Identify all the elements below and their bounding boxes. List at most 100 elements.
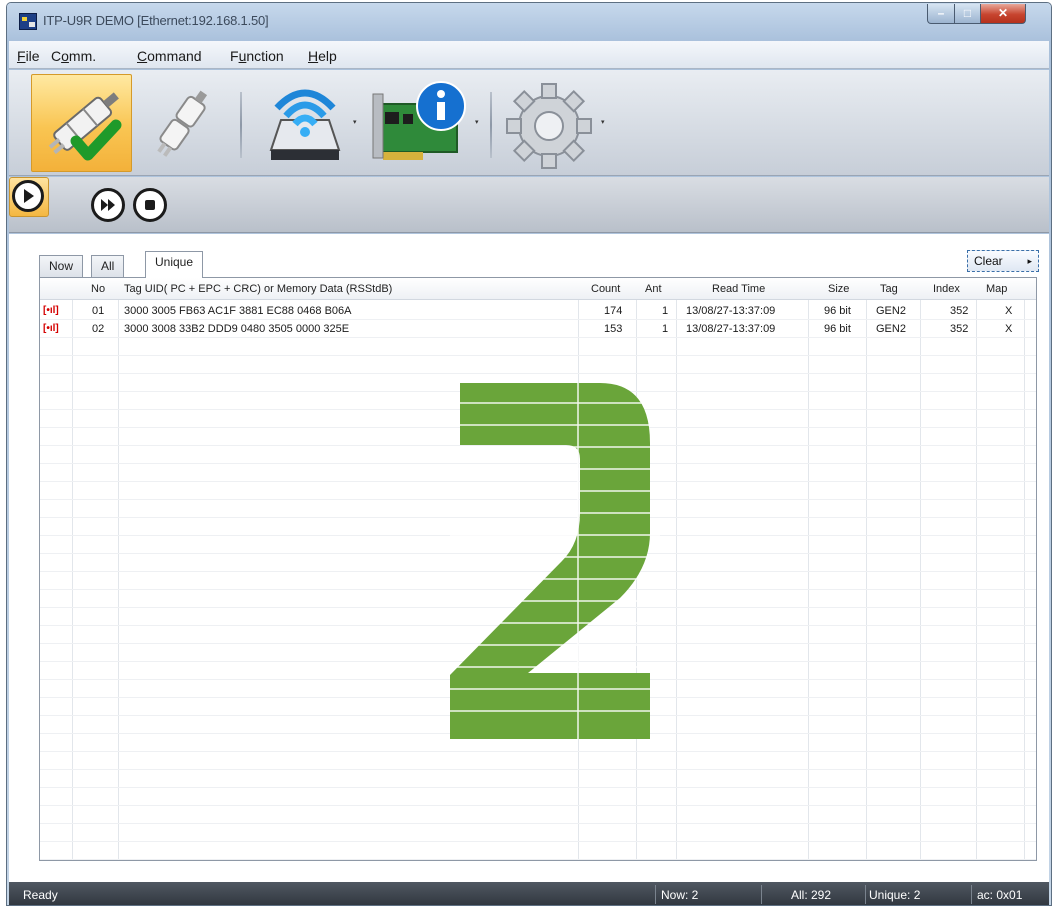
main-toolbar: ▾ ▾ ▾ bbox=[9, 70, 1049, 176]
col-size[interactable]: Size bbox=[828, 283, 849, 295]
cell-map: X bbox=[1005, 305, 1013, 317]
row-line bbox=[40, 787, 1036, 788]
cell-tag-uid: 3000 3008 33B2 DDD9 0480 3505 0000 325E bbox=[124, 323, 350, 335]
col-ant[interactable]: Ant bbox=[645, 283, 662, 295]
connect-button[interactable] bbox=[31, 74, 132, 172]
maximize-button[interactable]: □ bbox=[954, 4, 981, 24]
disconnect-icon bbox=[157, 90, 208, 157]
status-separator bbox=[761, 885, 762, 904]
column-divider bbox=[808, 278, 809, 860]
column-divider bbox=[920, 278, 921, 860]
column-divider bbox=[866, 278, 867, 860]
cell-ant: 1 bbox=[662, 323, 669, 335]
disconnect-button[interactable] bbox=[142, 74, 222, 172]
clear-arrow-icon: ▸ bbox=[1027, 256, 1032, 266]
playback-toolbar bbox=[9, 177, 1049, 233]
reader-dropdown-arrow[interactable]: ▾ bbox=[353, 118, 357, 126]
menu-comm[interactable]: Comm. bbox=[51, 48, 96, 64]
rfid-tag-icon: [•ıl] bbox=[43, 305, 59, 316]
status-separator bbox=[865, 885, 866, 904]
cell-ant: 1 bbox=[662, 305, 669, 317]
stop-icon bbox=[145, 200, 155, 210]
menu-help-label: elp bbox=[318, 48, 337, 64]
column-divider bbox=[676, 278, 677, 860]
table-row[interactable]: [•ıl] 02 3000 3008 33B2 DDD9 0480 3505 0… bbox=[40, 320, 1036, 338]
settings-gear-icon bbox=[506, 83, 592, 169]
column-divider bbox=[72, 278, 73, 860]
window-title: ITP-U9R DEMO [Ethernet:192.168.1.50] bbox=[43, 13, 269, 28]
play-button[interactable] bbox=[9, 177, 49, 217]
status-all-count: All: 292 bbox=[791, 888, 832, 902]
settings-dropdown-arrow[interactable]: ▾ bbox=[601, 118, 605, 126]
table-header: No Tag UID( PC + EPC + CRC) or Memory Da… bbox=[40, 278, 1036, 300]
tab-all[interactable]: All bbox=[91, 255, 125, 277]
menu-function-label: nction bbox=[246, 48, 284, 64]
row-line bbox=[40, 769, 1036, 770]
play-button-ring bbox=[12, 180, 44, 212]
cell-size: 96 bit bbox=[824, 305, 851, 317]
cell-tag-type: GEN2 bbox=[876, 323, 906, 335]
row-line bbox=[40, 823, 1036, 824]
menu-help[interactable]: Help bbox=[308, 48, 337, 64]
clear-button[interactable]: Clear ▸ bbox=[967, 250, 1039, 272]
col-read-time[interactable]: Read Time bbox=[712, 283, 765, 295]
column-divider bbox=[1024, 278, 1025, 860]
minimize-button[interactable]: – bbox=[927, 4, 955, 24]
col-map[interactable]: Map bbox=[986, 283, 1007, 295]
menu-file-accel: F bbox=[17, 48, 26, 64]
stop-button[interactable] bbox=[133, 188, 167, 222]
row-line bbox=[40, 373, 1036, 374]
settings-button[interactable] bbox=[503, 74, 595, 172]
cell-read-time: 13/08/27-13:37:09 bbox=[686, 305, 776, 317]
app-window: ITP-U9R DEMO [Ethernet:192.168.1.50] – □… bbox=[6, 2, 1052, 906]
title-bar[interactable]: ITP-U9R DEMO [Ethernet:192.168.1.50] – □… bbox=[7, 3, 1051, 41]
menu-file[interactable]: File bbox=[17, 48, 40, 64]
wireless-reader-icon bbox=[269, 89, 341, 160]
column-divider bbox=[118, 278, 119, 860]
close-button[interactable]: ✕ bbox=[980, 4, 1026, 24]
row-line bbox=[40, 859, 1036, 860]
cell-no: 02 bbox=[92, 323, 105, 335]
cell-size: 96 bit bbox=[824, 323, 851, 335]
cell-tag-uid: 3000 3005 FB63 AC1F 3881 EC88 0468 B06A bbox=[124, 305, 352, 317]
cell-count: 174 bbox=[604, 305, 623, 317]
cell-index: 352 bbox=[950, 323, 969, 335]
col-count[interactable]: Count bbox=[591, 283, 620, 295]
cell-map: X bbox=[1005, 323, 1013, 335]
cell-count: 153 bbox=[604, 323, 623, 335]
col-no[interactable]: No bbox=[91, 283, 105, 295]
device-info-button[interactable] bbox=[369, 74, 469, 172]
tab-now[interactable]: Now bbox=[39, 255, 84, 277]
rfid-tag-icon: [•ıl] bbox=[43, 323, 59, 334]
status-separator bbox=[655, 885, 656, 904]
table-row[interactable]: [•ıl] 01 3000 3005 FB63 AC1F 3881 EC88 0… bbox=[40, 302, 1036, 320]
reader-button[interactable] bbox=[259, 74, 349, 172]
content-panel: Now All Unique Clear ▸ No Tag UID(PC + … bbox=[9, 234, 1049, 882]
status-address: ac: 0x01 bbox=[977, 888, 1023, 902]
column-divider bbox=[976, 278, 977, 860]
toolbar-separator bbox=[490, 92, 492, 158]
menu-command[interactable]: Command bbox=[137, 48, 202, 64]
menu-comm-label: mm. bbox=[68, 48, 97, 64]
count-digit-shape bbox=[450, 383, 650, 739]
status-unique-count: Unique: 2 bbox=[869, 888, 921, 902]
status-now-count: Now: 2 bbox=[661, 888, 699, 902]
cell-index: 352 bbox=[950, 305, 969, 317]
tab-unique[interactable]: Unique bbox=[145, 251, 204, 278]
fast-forward-button[interactable] bbox=[91, 188, 125, 222]
device-info-dropdown-arrow[interactable]: ▾ bbox=[475, 118, 479, 126]
col-tag-type[interactable]: Tag bbox=[880, 283, 898, 295]
menu-command-label: ommand bbox=[147, 48, 202, 64]
fast-forward-icon bbox=[101, 199, 115, 211]
menu-function-prefix: F bbox=[230, 48, 239, 64]
row-line bbox=[40, 751, 1036, 752]
row-line bbox=[40, 355, 1036, 356]
col-index[interactable]: Index bbox=[933, 283, 960, 295]
device-info-icon bbox=[372, 81, 466, 160]
menu-command-accel: C bbox=[137, 48, 148, 64]
menu-file-label: ile bbox=[25, 48, 40, 64]
unique-count-display bbox=[450, 383, 660, 739]
col-tag-uid[interactable]: Tag UID( PC + EPC + CRC) or Memory Data … bbox=[124, 283, 392, 295]
menu-function[interactable]: Function bbox=[230, 48, 284, 64]
clear-button-label: Clear bbox=[974, 254, 1003, 268]
